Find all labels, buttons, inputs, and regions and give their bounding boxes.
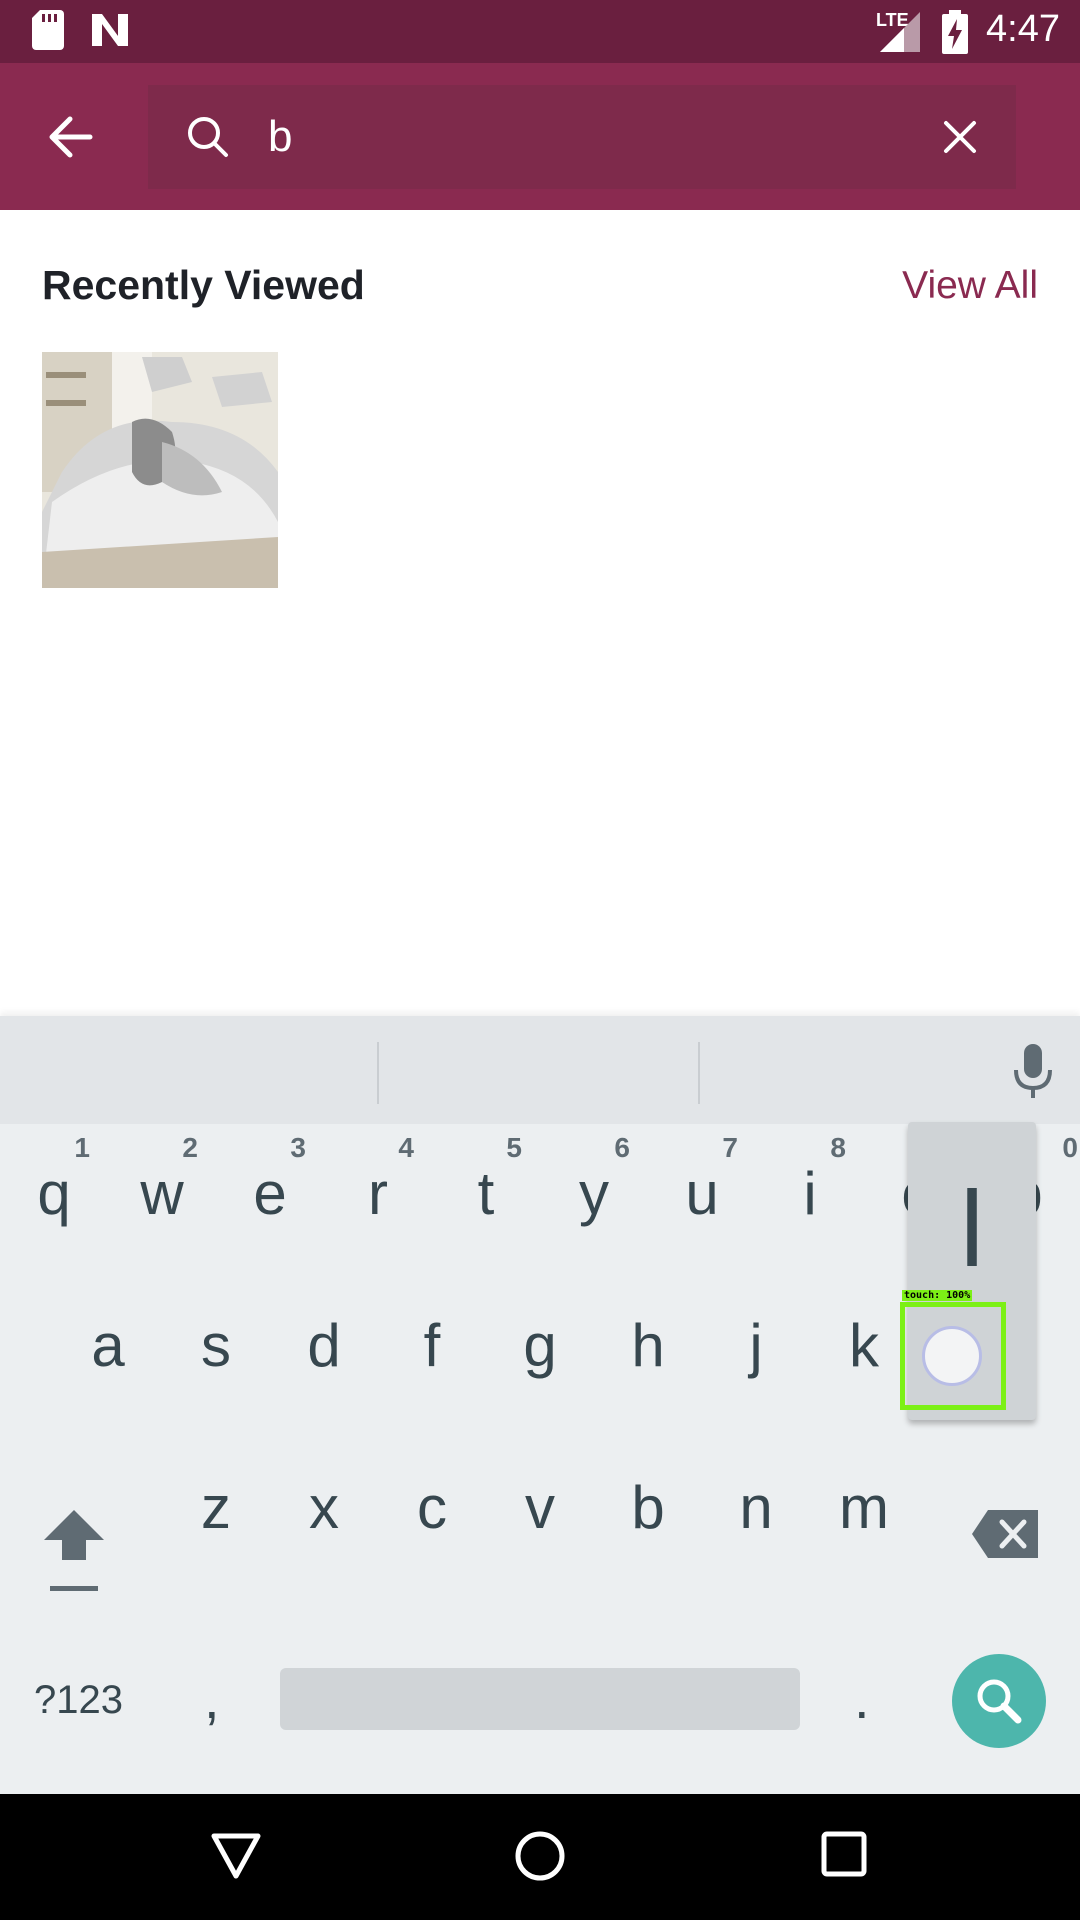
arrow-back-icon[interactable] <box>40 105 104 169</box>
key-r[interactable]: 4r <box>324 1124 432 1274</box>
touch-indicator-label: touch: 100% <box>902 1290 973 1301</box>
key-z[interactable]: z <box>162 1478 270 1628</box>
period-key[interactable]: . <box>854 1666 870 1731</box>
key-q[interactable]: 1q <box>0 1124 108 1274</box>
shift-icon[interactable] <box>42 1506 106 1596</box>
home-circle-icon[interactable] <box>514 1830 566 1882</box>
key-d[interactable]: d <box>270 1316 378 1466</box>
backspace-icon[interactable] <box>972 1510 1038 1558</box>
n-notification-icon <box>92 14 128 46</box>
key-y[interactable]: 6y <box>540 1124 648 1274</box>
close-icon[interactable] <box>938 115 982 159</box>
search-icon <box>977 1679 1022 1724</box>
suggestion-divider <box>698 1042 700 1104</box>
key-c[interactable]: c <box>378 1478 486 1628</box>
section-title: Recently Viewed <box>42 262 365 308</box>
search-icon <box>188 117 228 157</box>
key-m[interactable]: m <box>810 1478 918 1628</box>
key-j[interactable]: j <box>702 1316 810 1466</box>
symbols-key[interactable]: ?123 <box>34 1678 123 1723</box>
suggestion-divider <box>377 1042 379 1104</box>
sd-card-icon <box>32 10 64 50</box>
navigation-bar <box>0 1794 1080 1920</box>
key-preview-label: l <box>960 1168 984 1289</box>
microphone-icon[interactable] <box>1012 1044 1054 1100</box>
key-g[interactable]: g <box>486 1316 594 1466</box>
battery-charging-icon <box>942 10 968 54</box>
search-box[interactable] <box>148 85 1016 189</box>
key-a[interactable]: a <box>54 1316 162 1466</box>
key-t[interactable]: 5t <box>432 1124 540 1274</box>
recently-viewed-item[interactable] <box>42 352 278 588</box>
clock: 4:47 <box>986 8 1060 50</box>
key-i[interactable]: 8i <box>756 1124 864 1274</box>
key-f[interactable]: f <box>378 1316 486 1466</box>
key-v[interactable]: v <box>486 1478 594 1628</box>
recents-square-icon[interactable] <box>820 1830 868 1878</box>
suggestion-strip <box>0 1016 1080 1124</box>
key-x[interactable]: x <box>270 1478 378 1628</box>
key-u[interactable]: 7u <box>648 1124 756 1274</box>
search-input[interactable] <box>268 85 908 189</box>
lte-signal-icon <box>880 12 920 52</box>
key-h[interactable]: h <box>594 1316 702 1466</box>
product-thumbnail <box>42 352 278 588</box>
view-all-link[interactable]: View All <box>902 264 1038 308</box>
status-bar: LTE 4:47 <box>0 0 1080 63</box>
search-app-bar <box>0 63 1080 210</box>
key-w[interactable]: 2w <box>108 1124 216 1274</box>
search-go-button[interactable] <box>952 1654 1046 1748</box>
back-triangle-icon[interactable] <box>210 1830 262 1882</box>
touch-point <box>922 1326 982 1386</box>
comma-key[interactable]: , <box>204 1666 220 1731</box>
key-n[interactable]: n <box>702 1478 810 1628</box>
key-b[interactable]: b <box>594 1478 702 1628</box>
space-bar[interactable] <box>280 1668 800 1730</box>
key-e[interactable]: 3e <box>216 1124 324 1274</box>
key-s[interactable]: s <box>162 1316 270 1466</box>
